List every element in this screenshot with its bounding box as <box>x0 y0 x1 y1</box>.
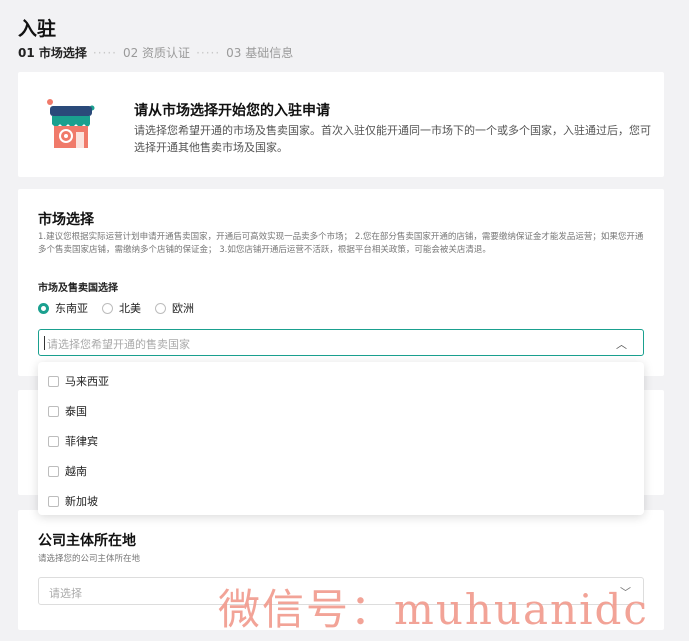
region-radio-group: 东南亚 北美 欧洲 <box>38 300 194 316</box>
radio-north-america[interactable]: 北美 <box>102 300 141 316</box>
radio-checked-icon[interactable] <box>38 302 49 314</box>
market-card: 市场选择 1.建议您根据实际运营计划申请开通售卖国家，开通后可高效实现一品卖多个… <box>18 189 664 376</box>
country-option-vietnam[interactable]: 越南 <box>48 463 87 479</box>
country-dropdown: 马来西亚 泰国 菲律宾 越南 新加坡 <box>38 362 644 515</box>
intro-description: 请选择您希望开通的市场及售卖国家。首次入驻仅能开通同一市场下的一个或多个国家，入… <box>134 124 651 154</box>
step-separator: ····· <box>196 45 221 60</box>
page-title: 入驻 <box>18 18 57 40</box>
option-label: 马来西亚 <box>65 375 109 388</box>
checkbox-icon[interactable] <box>48 465 59 477</box>
radio-southeast-asia[interactable]: 东南亚 <box>38 300 88 316</box>
market-title: 市场选择 <box>38 212 94 228</box>
text-cursor <box>44 336 45 350</box>
radio-label: 欧洲 <box>172 302 194 315</box>
country-select[interactable]: 请选择您希望开通的售卖国家 ︿ <box>38 329 644 356</box>
company-subtitle: 请选择您的公司主体所在地 <box>38 554 141 564</box>
step-3: 03 基础信息 <box>226 46 294 60</box>
radio-unchecked-icon[interactable] <box>102 302 113 314</box>
option-label: 泰国 <box>65 405 87 418</box>
option-label: 新加坡 <box>65 495 98 508</box>
checkbox-icon[interactable] <box>48 435 59 447</box>
market-description: 1.建议您根据实际运营计划申请开通售卖国家，开通后可高效实现一品卖多个市场； 2… <box>38 232 644 255</box>
checkbox-icon[interactable] <box>48 375 59 387</box>
checkbox-icon[interactable] <box>48 405 59 417</box>
checkbox-icon[interactable] <box>48 495 59 507</box>
step-indicator: 01 市场选择 ····· 02 资质认证 ····· 03 基础信息 <box>18 44 293 61</box>
radio-label: 东南亚 <box>55 302 88 315</box>
option-label: 越南 <box>65 465 87 478</box>
country-select-placeholder: 请选择您希望开通的售卖国家 <box>47 338 190 351</box>
intro-title: 请从市场选择开始您的入驻申请 <box>134 103 330 119</box>
company-title: 公司主体所在地 <box>38 533 136 549</box>
watermark: 微信号：muhuanidc <box>218 585 649 634</box>
chevron-up-icon[interactable]: ︿ <box>616 336 627 352</box>
intro-card: 请从市场选择开始您的入驻申请 请选择您希望开通的市场及售卖国家。首次入驻仅能开通… <box>18 72 664 177</box>
radio-unchecked-icon[interactable] <box>155 302 166 314</box>
shop-icon <box>47 99 95 148</box>
region-label: 市场及售卖国选择 <box>38 283 118 294</box>
country-option-philippines[interactable]: 菲律宾 <box>48 433 98 449</box>
company-select-placeholder: 请选择 <box>49 587 82 600</box>
step-separator: ····· <box>92 45 117 60</box>
option-label: 菲律宾 <box>65 435 98 448</box>
country-option-singapore[interactable]: 新加坡 <box>48 493 98 509</box>
radio-label: 北美 <box>119 302 141 315</box>
country-option-malaysia[interactable]: 马来西亚 <box>48 373 109 389</box>
country-option-thailand[interactable]: 泰国 <box>48 403 87 419</box>
step-2: 02 资质认证 <box>122 46 191 60</box>
radio-europe[interactable]: 欧洲 <box>155 300 194 316</box>
step-1: 01 市场选择 <box>18 46 87 60</box>
